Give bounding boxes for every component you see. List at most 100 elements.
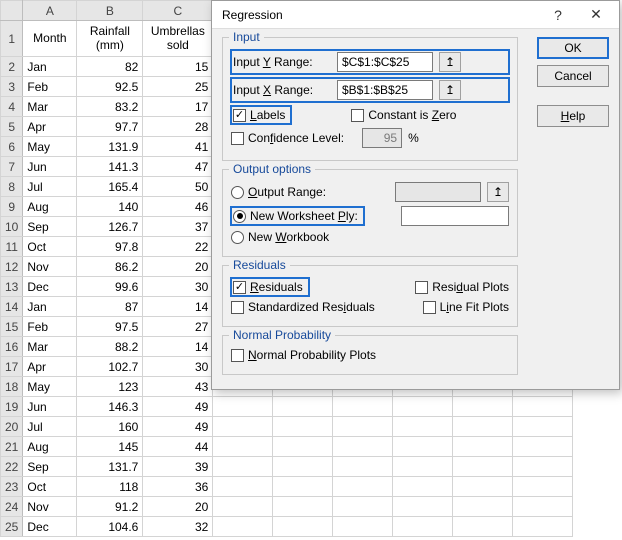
cell[interactable]: 88.2 [77, 337, 143, 357]
cell[interactable] [213, 457, 273, 477]
cell[interactable]: 20 [143, 257, 213, 277]
cell[interactable] [513, 457, 573, 477]
cell[interactable]: 165.4 [77, 177, 143, 197]
row-header[interactable]: 7 [1, 157, 23, 177]
input-x-range[interactable] [337, 80, 433, 100]
cell[interactable] [213, 497, 273, 517]
cell[interactable]: 50 [143, 177, 213, 197]
cell[interactable] [453, 497, 513, 517]
row-header[interactable]: 1 [1, 21, 23, 57]
output-range-radio[interactable]: Output Range: [231, 185, 326, 199]
cell[interactable] [213, 397, 273, 417]
cell[interactable]: Jun [23, 157, 77, 177]
normal-probability-plots-checkbox[interactable]: Normal Probability Plots [231, 348, 376, 362]
cell[interactable] [273, 497, 333, 517]
row-header[interactable]: 6 [1, 137, 23, 157]
row-header[interactable]: 16 [1, 337, 23, 357]
row-header[interactable]: 8 [1, 177, 23, 197]
cell[interactable] [213, 517, 273, 537]
col-header[interactable]: A [23, 1, 77, 21]
cell[interactable] [393, 457, 453, 477]
cell[interactable]: 37 [143, 217, 213, 237]
cell[interactable]: Jun [23, 397, 77, 417]
cell[interactable]: 99.6 [77, 277, 143, 297]
cell[interactable]: 97.8 [77, 237, 143, 257]
cell[interactable]: 97.7 [77, 117, 143, 137]
cell[interactable]: 14 [143, 337, 213, 357]
cell[interactable] [213, 437, 273, 457]
cell[interactable]: Umbrellas sold [143, 21, 213, 57]
cell[interactable] [213, 417, 273, 437]
cell[interactable]: 83.2 [77, 97, 143, 117]
cell[interactable]: 92.5 [77, 77, 143, 97]
cell[interactable] [273, 477, 333, 497]
cell[interactable]: 126.7 [77, 217, 143, 237]
cell[interactable]: Aug [23, 437, 77, 457]
row-header[interactable]: 25 [1, 517, 23, 537]
cell[interactable]: Feb [23, 317, 77, 337]
cell[interactable] [333, 397, 393, 417]
cell[interactable]: 131.9 [77, 137, 143, 157]
cell[interactable]: 25 [143, 77, 213, 97]
row-header[interactable]: 5 [1, 117, 23, 137]
cell[interactable] [513, 517, 573, 537]
cell[interactable]: Oct [23, 477, 77, 497]
cell[interactable]: Mar [23, 97, 77, 117]
col-header[interactable]: B [77, 1, 143, 21]
cell[interactable]: 118 [77, 477, 143, 497]
cell[interactable] [273, 437, 333, 457]
cell[interactable]: 160 [77, 417, 143, 437]
cell[interactable]: 97.5 [77, 317, 143, 337]
row-header[interactable]: 10 [1, 217, 23, 237]
row-header[interactable]: 2 [1, 57, 23, 77]
cell[interactable] [453, 517, 513, 537]
cell[interactable] [513, 497, 573, 517]
cell[interactable]: 44 [143, 437, 213, 457]
cell[interactable]: Sep [23, 457, 77, 477]
corner-cell[interactable] [1, 1, 23, 21]
cell[interactable] [393, 477, 453, 497]
cell[interactable]: 46 [143, 197, 213, 217]
cell[interactable]: Aug [23, 197, 77, 217]
row-header[interactable]: 19 [1, 397, 23, 417]
cell[interactable] [453, 417, 513, 437]
cell[interactable] [453, 457, 513, 477]
output-range-input[interactable] [395, 182, 481, 202]
help-icon[interactable]: ? [539, 2, 577, 28]
cell[interactable] [453, 397, 513, 417]
cell[interactable]: 30 [143, 357, 213, 377]
cell[interactable]: 43 [143, 377, 213, 397]
cell[interactable] [273, 397, 333, 417]
cell[interactable] [393, 417, 453, 437]
row-header[interactable]: 9 [1, 197, 23, 217]
cell[interactable]: 39 [143, 457, 213, 477]
cell[interactable] [453, 437, 513, 457]
help-button[interactable]: Help [537, 105, 609, 127]
col-header[interactable]: C [143, 1, 213, 21]
cell[interactable]: 36 [143, 477, 213, 497]
cell[interactable] [513, 417, 573, 437]
cell[interactable]: 82 [77, 57, 143, 77]
cell[interactable]: 86.2 [77, 257, 143, 277]
residual-plots-checkbox[interactable]: Residual Plots [415, 280, 509, 294]
cell[interactable] [333, 437, 393, 457]
cell[interactable] [393, 397, 453, 417]
cell[interactable]: 27 [143, 317, 213, 337]
cell[interactable] [333, 457, 393, 477]
row-header[interactable]: 14 [1, 297, 23, 317]
cell[interactable]: 141.3 [77, 157, 143, 177]
range-picker-icon[interactable]: ↥ [439, 52, 461, 72]
cell[interactable]: Jul [23, 177, 77, 197]
row-header[interactable]: 24 [1, 497, 23, 517]
cell[interactable]: 17 [143, 97, 213, 117]
row-header[interactable]: 11 [1, 237, 23, 257]
range-picker-icon[interactable]: ↥ [487, 182, 509, 202]
cell[interactable] [513, 477, 573, 497]
cell[interactable]: 32 [143, 517, 213, 537]
cell[interactable]: 47 [143, 157, 213, 177]
row-header[interactable]: 3 [1, 77, 23, 97]
cell[interactable] [453, 477, 513, 497]
row-header[interactable]: 4 [1, 97, 23, 117]
row-header[interactable]: 13 [1, 277, 23, 297]
cell[interactable] [393, 517, 453, 537]
